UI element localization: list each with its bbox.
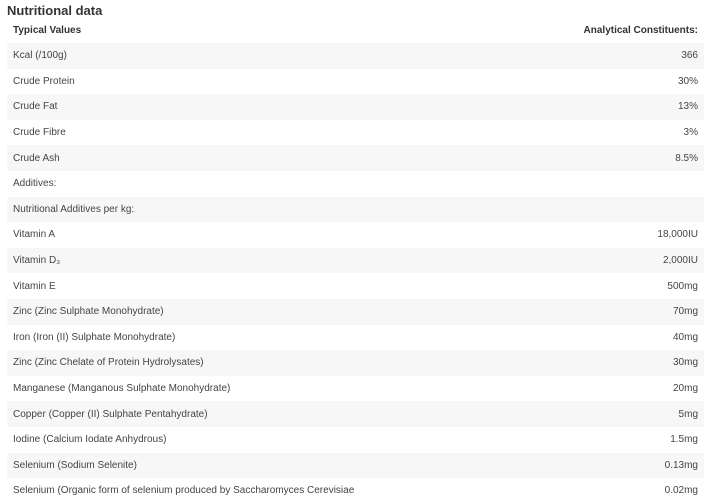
row-label: Zinc (Zinc Chelate of Protein Hydrolysat… <box>7 350 356 376</box>
row-label: Crude Ash <box>7 145 356 171</box>
row-value <box>355 170 704 197</box>
row-value: 0.13mg <box>355 452 704 479</box>
row-label: Crude Fat <box>7 94 356 120</box>
table-row: Vitamin A 18,000IU <box>7 222 704 248</box>
row-value: 2,000IU <box>355 247 704 274</box>
row-value: 500mg <box>355 273 704 299</box>
row-label: Copper (Copper (II) Sulphate Pentahydrat… <box>7 401 356 427</box>
table-row: Zinc (Zinc Sulphate Monohydrate) 70mg <box>7 298 704 325</box>
row-label: Nutritional Additives per kg: <box>7 196 356 223</box>
row-label: Vitamin D₃ <box>7 247 356 274</box>
row-label: Kcal (/100g) <box>7 43 356 69</box>
table-row: Copper (Copper (II) Sulphate Pentahydrat… <box>7 401 704 427</box>
row-value: 0.02mg <box>355 478 704 504</box>
table-row: Selenium (Organic form of selenium produ… <box>7 478 704 504</box>
row-value <box>355 196 704 223</box>
table-row: Iodine (Calcium Iodate Anhydrous) 1.5mg <box>7 426 704 453</box>
row-label: Additives: <box>7 170 356 197</box>
table-row: Nutritional Additives per kg: <box>7 196 704 223</box>
table-row: Manganese (Manganous Sulphate Monohydrat… <box>7 375 704 402</box>
row-value: 30mg <box>355 350 704 376</box>
row-value: 13% <box>355 94 704 120</box>
header-analytical-constituents: Analytical Constituents: <box>583 25 698 36</box>
header-typical-values: Typical Values <box>13 25 82 36</box>
row-value: 70mg <box>355 298 704 325</box>
row-label: Crude Protein <box>7 68 356 95</box>
table-row: Crude Ash 8.5% <box>7 145 704 171</box>
row-label: Vitamin E <box>7 273 356 299</box>
row-value: 1.5mg <box>355 426 704 453</box>
row-label: Crude Fibre <box>7 119 356 146</box>
nutrition-table: Typical Values Analytical Constituents: … <box>7 18 704 504</box>
row-label: Iron (Iron (II) Sulphate Monohydrate) <box>7 324 356 351</box>
table-row: Crude Fibre 3% <box>7 119 704 146</box>
table-row: Iron (Iron (II) Sulphate Monohydrate) 40… <box>7 324 704 351</box>
table-row: Crude Fat 13% <box>7 94 704 120</box>
row-value: 8.5% <box>355 145 704 171</box>
row-label: Selenium (Sodium Selenite) <box>7 452 356 479</box>
table-row: Kcal (/100g) 366 <box>7 43 704 69</box>
row-label: Selenium (Organic form of selenium produ… <box>7 478 356 504</box>
row-value: 20mg <box>355 375 704 402</box>
row-value: 30% <box>355 68 704 95</box>
nutritional-data-section: Nutritional data Typical Values Analytic… <box>0 0 709 504</box>
table-row: Additives: <box>7 170 704 197</box>
table-row: Vitamin D₃ 2,000IU <box>7 247 704 274</box>
table-row: Selenium (Sodium Selenite) 0.13mg <box>7 452 704 479</box>
row-value: 3% <box>355 119 704 146</box>
table-header-row: Typical Values Analytical Constituents: <box>7 18 704 43</box>
row-value: 5mg <box>355 401 704 427</box>
row-label: Zinc (Zinc Sulphate Monohydrate) <box>7 298 356 325</box>
row-value: 366 <box>355 43 704 69</box>
row-label: Iodine (Calcium Iodate Anhydrous) <box>7 426 356 453</box>
row-value: 18,000IU <box>355 222 704 248</box>
row-value: 40mg <box>355 324 704 351</box>
table-row: Zinc (Zinc Chelate of Protein Hydrolysat… <box>7 350 704 376</box>
row-label: Vitamin A <box>7 222 356 248</box>
table-row: Vitamin E 500mg <box>7 273 704 299</box>
row-label: Manganese (Manganous Sulphate Monohydrat… <box>7 375 356 402</box>
table-row: Crude Protein 30% <box>7 68 704 95</box>
